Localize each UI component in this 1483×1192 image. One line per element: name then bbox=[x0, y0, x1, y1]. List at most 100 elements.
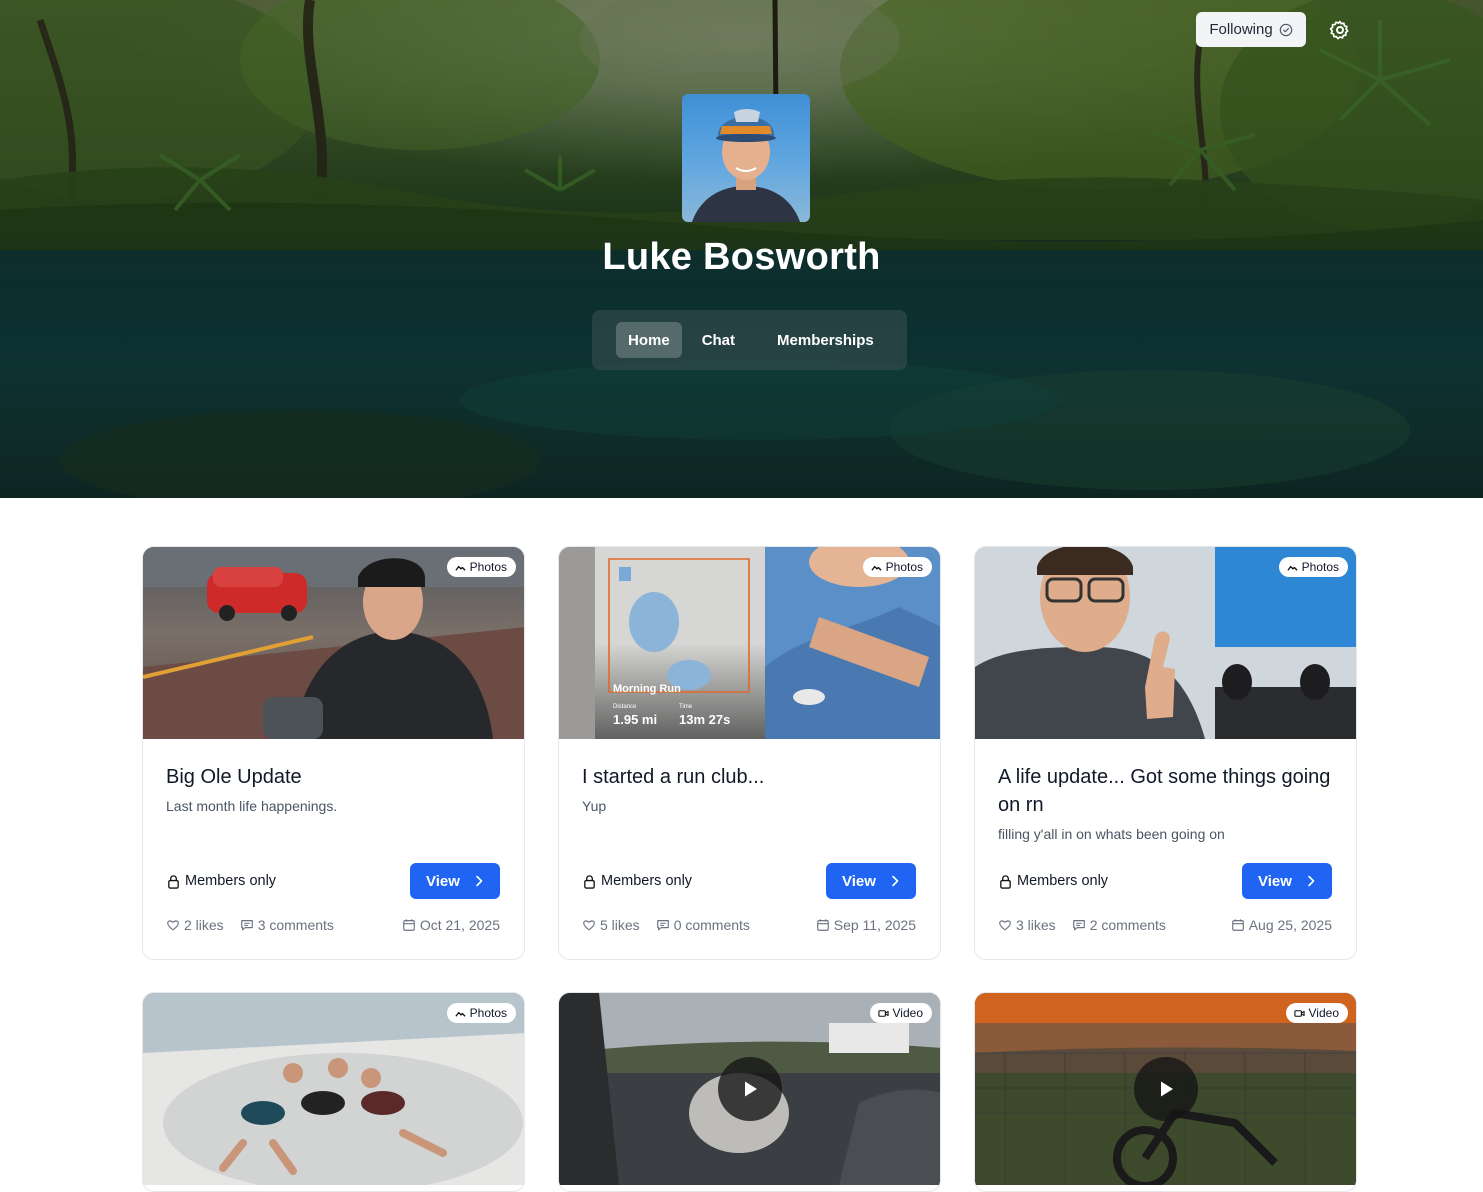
run-distance: 1.95 mi bbox=[613, 712, 658, 727]
post-description: filling y'all in on whats been going on bbox=[998, 826, 1225, 842]
date-text: Sep 11, 2025 bbox=[833, 917, 916, 933]
post-thumbnail[interactable]: Photos bbox=[143, 993, 524, 1185]
likes-text: 2 likes bbox=[184, 917, 224, 933]
comment-icon bbox=[240, 920, 253, 931]
comment-icon bbox=[656, 920, 669, 931]
post-thumbnail[interactable]: Photos bbox=[975, 547, 1356, 739]
post-thumbnail[interactable]: Video bbox=[975, 993, 1356, 1185]
following-button[interactable]: Following bbox=[1196, 12, 1306, 47]
comments-text: 0 comments bbox=[673, 917, 750, 933]
lock-icon bbox=[584, 874, 595, 889]
play-icon bbox=[1161, 1081, 1173, 1097]
comments-count[interactable]: 3 comments bbox=[240, 917, 334, 933]
profile-avatar bbox=[682, 94, 810, 222]
badge-label: Photos bbox=[885, 560, 923, 574]
lock-icon bbox=[168, 874, 179, 889]
post-thumbnail[interactable]: Video bbox=[559, 993, 940, 1185]
avatar-image bbox=[692, 109, 800, 222]
likes-count[interactable]: 2 likes bbox=[166, 917, 224, 933]
play-button[interactable] bbox=[718, 1057, 782, 1121]
post-date: Aug 25, 2025 bbox=[1231, 917, 1332, 933]
calendar-icon bbox=[816, 919, 829, 931]
media-type-badge: Photos bbox=[862, 557, 932, 577]
post-card[interactable]: Photos Big Ole Update Last month life ha… bbox=[142, 546, 525, 960]
photos-icon bbox=[1287, 565, 1298, 571]
tab-memberships[interactable]: Memberships bbox=[765, 322, 886, 358]
date-text: Oct 21, 2025 bbox=[419, 917, 500, 933]
tab-chat[interactable]: Chat bbox=[690, 322, 747, 358]
badge-label: Photos bbox=[469, 1006, 507, 1020]
run-distance-label: Distance bbox=[613, 704, 637, 710]
profile-name: Luke Bosworth bbox=[602, 236, 881, 278]
access-text: Members only bbox=[1017, 873, 1109, 889]
comment-icon bbox=[1072, 920, 1085, 931]
post-card[interactable]: Photos A life update... Got some things … bbox=[974, 546, 1357, 960]
post-card[interactable]: Photos bbox=[142, 992, 525, 1192]
post-date: Oct 21, 2025 bbox=[402, 917, 500, 933]
likes-count[interactable]: 5 likes bbox=[582, 917, 640, 933]
view-button[interactable]: View bbox=[826, 863, 916, 899]
post-description: Yup bbox=[582, 798, 607, 814]
date-text: Aug 25, 2025 bbox=[1248, 917, 1332, 933]
access-label: Members only bbox=[998, 873, 1108, 889]
heart-icon bbox=[999, 920, 1011, 931]
view-label: View bbox=[842, 872, 876, 890]
badge-label: Photos bbox=[1301, 560, 1339, 574]
comments-text: 3 comments bbox=[257, 917, 334, 933]
video-icon bbox=[1293, 1009, 1305, 1017]
chevron-right-icon bbox=[476, 875, 483, 887]
video-icon bbox=[877, 1009, 889, 1017]
chevron-right-icon bbox=[1308, 875, 1315, 887]
view-label: View bbox=[1258, 872, 1292, 890]
play-icon bbox=[745, 1081, 757, 1097]
heart-icon bbox=[583, 920, 595, 931]
likes-text: 5 likes bbox=[600, 917, 640, 933]
post-title[interactable]: A life update... Got some things going o… bbox=[998, 763, 1332, 819]
access-label: Members only bbox=[166, 873, 276, 889]
check-circle-icon bbox=[1279, 23, 1292, 36]
post-card[interactable]: Morning Run Distance 1.95 mi Time 13m 27… bbox=[558, 546, 941, 960]
access-text: Members only bbox=[601, 873, 693, 889]
comments-text: 2 comments bbox=[1089, 917, 1166, 933]
post-card[interactable]: Video bbox=[558, 992, 941, 1192]
likes-text: 3 likes bbox=[1016, 917, 1056, 933]
media-type-badge: Photos bbox=[446, 1003, 516, 1023]
play-button[interactable] bbox=[1134, 1057, 1198, 1121]
calendar-icon bbox=[1231, 919, 1244, 931]
post-thumbnail[interactable]: Photos bbox=[143, 547, 524, 739]
photos-icon bbox=[871, 565, 882, 571]
badge-label: Video bbox=[892, 1006, 923, 1020]
media-type-badge: Video bbox=[1285, 1003, 1348, 1023]
calendar-icon bbox=[403, 919, 415, 931]
heart-icon bbox=[167, 920, 179, 931]
post-description: Last month life happenings. bbox=[166, 798, 338, 814]
post-card[interactable]: Video bbox=[974, 992, 1357, 1192]
view-button[interactable]: View bbox=[410, 863, 500, 899]
view-button[interactable]: View bbox=[1242, 863, 1332, 899]
chevron-right-icon bbox=[892, 875, 899, 887]
post-date: Sep 11, 2025 bbox=[816, 917, 916, 933]
photos-icon bbox=[455, 565, 466, 571]
profile-banner: Following Luke Bosworth Home Chat Member… bbox=[0, 0, 1483, 498]
media-type-badge: Photos bbox=[446, 557, 516, 577]
access-label: Members only bbox=[582, 873, 692, 889]
photos-icon bbox=[455, 1011, 466, 1017]
media-type-badge: Video bbox=[869, 1003, 932, 1023]
following-label: Following bbox=[1209, 21, 1273, 38]
settings-gear-icon[interactable] bbox=[1328, 18, 1352, 42]
run-time-label: Time bbox=[679, 704, 693, 710]
likes-count[interactable]: 3 likes bbox=[998, 917, 1056, 933]
badge-label: Photos bbox=[469, 560, 507, 574]
lock-icon bbox=[1000, 874, 1011, 889]
post-thumbnail[interactable]: Morning Run Distance 1.95 mi Time 13m 27… bbox=[559, 547, 940, 739]
media-type-badge: Photos bbox=[1278, 557, 1348, 577]
comments-count[interactable]: 2 comments bbox=[1072, 917, 1166, 933]
comments-count[interactable]: 0 comments bbox=[656, 917, 750, 933]
post-title[interactable]: I started a run club... bbox=[582, 763, 916, 791]
tab-home[interactable]: Home bbox=[616, 322, 682, 358]
view-label: View bbox=[426, 872, 460, 890]
run-name: Morning Run bbox=[613, 683, 681, 695]
access-text: Members only bbox=[185, 873, 277, 889]
post-title[interactable]: Big Ole Update bbox=[166, 763, 500, 791]
run-time: 13m 27s bbox=[679, 712, 731, 727]
